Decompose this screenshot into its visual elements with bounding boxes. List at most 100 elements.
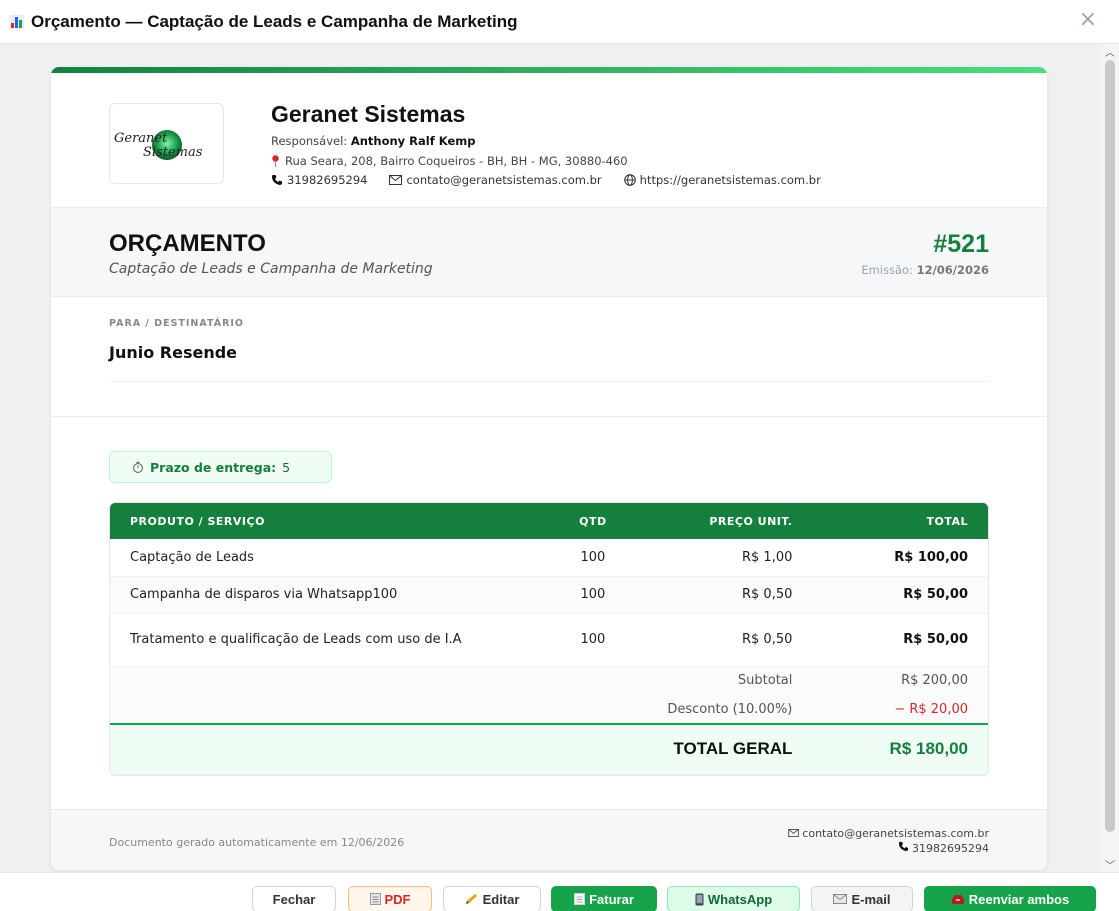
whatsapp-button[interactable]: WhatsApp [667,886,800,911]
company-responsible: Responsável: Anthony Ralf Kemp [271,134,475,148]
pin-icon [272,155,279,167]
recipient-section: PARA / DESTINATÁRIO Junio Resende [51,297,1047,417]
recipient-label: PARA / DESTINATÁRIO [109,318,245,329]
receipt-icon [574,893,586,905]
document-icon [369,893,381,905]
row-qty: 100 [580,632,606,647]
email-text: contato@geranetsistemas.com.br [406,173,602,187]
document-subtitle: Captação de Leads e Campanha de Marketin… [109,261,433,277]
document-viewport[interactable]: Geranet Sistemas Geranet Sistemas Respon… [0,44,1119,872]
phone-icon [272,175,282,185]
mobile-phone-icon [695,893,704,905]
logo-text-sistemas: Sistemas [143,145,203,160]
window-titlebar: Orçamento — Captação de Leads e Campanha… [0,0,1119,44]
delivery-value: 5 [282,459,291,475]
table-row: Captação de Leads 100 R$ 1,00 R$ 100,00 [110,539,988,576]
row-product: Campanha de disparos via Whatsapp100 [130,587,398,602]
divider [109,381,989,382]
responsible-name: Anthony Ralf Kemp [350,134,476,148]
action-bar: Fechar PDF Editar Faturar WhatsApp E-mai… [0,872,1119,911]
delivery-badge: Prazo de entrega: 5 [109,451,332,483]
document-title: ORÇAMENTO [109,230,266,257]
company-header: Geranet Sistemas Geranet Sistemas Respon… [51,73,1047,207]
pdf-button[interactable]: PDF [348,886,432,911]
whatsapp-button-label: WhatsApp [707,891,773,907]
company-address: Rua Seara, 208, Bairro Coqueiros - BH, B… [271,154,628,168]
email-button-label: E-mail [851,891,891,907]
header-product: PRODUTO / SERVIÇO [130,514,265,528]
scroll-up-icon[interactable]: ︿ [1105,44,1115,59]
window-title: Orçamento — Captação de Leads e Campanha… [31,11,518,31]
grand-total-value: R$ 180,00 [889,739,968,759]
header-total: TOTAL [926,514,968,528]
pdf-button-label: PDF [384,891,411,907]
grand-total-row: TOTAL GERAL R$ 180,00 [110,724,988,774]
website-text: https://geranetsistemas.com.br [639,173,821,187]
emission-date: Emissão: 12/06/2026 [861,263,989,277]
close-button[interactable]: Fechar [252,886,336,911]
resend-both-button-label: Reenviar ambos [968,891,1070,907]
emission-value: 12/06/2026 [916,263,989,277]
scroll-down-icon[interactable]: ﹀ [1105,857,1115,872]
table-row: Campanha de disparos via Whatsapp100 100… [110,576,988,613]
footer-contacts: contato@geranetsistemas.com.br 319826952… [788,826,989,856]
emission-label: Emissão: [861,263,913,277]
edit-button[interactable]: Editar [443,886,541,911]
row-total: R$ 100,00 [894,549,968,565]
pencil-icon [465,894,477,904]
row-unit-price: R$ 1,00 [742,549,793,565]
subtotal-row: Subtotal R$ 200,00 [110,666,988,695]
scrollbar-thumb[interactable] [1105,60,1115,832]
phone-text: 31982695294 [287,173,368,187]
table-header-row: PRODUTO / SERVIÇO QTD PREÇO UNIT. TOTAL [110,503,988,539]
row-qty: 100 [580,549,606,565]
email-button[interactable]: E-mail [811,886,913,911]
resend-both-button[interactable]: Reenviar ambos [924,886,1096,911]
row-product: Captação de Leads [130,549,254,565]
invoice-button[interactable]: Faturar [551,886,657,911]
vertical-scrollbar[interactable]: ︿ ﹀ [1101,44,1119,872]
row-total: R$ 50,00 [903,587,968,602]
close-icon[interactable]: × [1079,9,1097,31]
discount-label: Desconto (10.00%) [667,701,793,717]
recipient-name: Junio Resende [109,343,238,362]
responsible-label: Responsável: [271,134,348,148]
row-qty: 100 [580,587,606,602]
document-footer: Documento gerado automaticamente em 12/0… [51,809,1047,870]
grand-total-label: TOTAL GERAL [673,739,793,759]
row-unit-price: R$ 0,50 [742,587,793,602]
chart-icon [10,14,24,29]
row-unit-price: R$ 0,50 [742,632,793,647]
address-text: Rua Seara, 208, Bairro Coqueiros - BH, B… [285,154,628,168]
company-contacts: 31982695294 contato@geranetsistemas.com.… [271,173,843,187]
discount-row: Desconto (10.00%) − R$ 20,00 [110,695,988,724]
logo-text-geranet: Geranet [114,131,168,146]
items-table: PRODUTO / SERVIÇO QTD PREÇO UNIT. TOTAL … [109,502,989,776]
header-qty: QTD [579,514,607,528]
document-title-band: ORÇAMENTO Captação de Leads e Campanha d… [51,207,1047,297]
quote-document: Geranet Sistemas Geranet Sistemas Respon… [51,67,1047,870]
invoice-button-label: Faturar [589,891,634,907]
envelope-icon [833,894,848,904]
edit-button-label: Editar [482,891,520,907]
envelope-icon [788,829,799,837]
table-row: Tratamento e qualificação de Leads com u… [110,613,988,666]
footer-phone: 31982695294 [912,842,989,855]
globe-icon [623,174,636,186]
stopwatch-icon [133,461,143,473]
footer-email: contato@geranetsistemas.com.br [802,827,989,840]
discount-value: − R$ 20,00 [894,701,968,717]
generated-note: Documento gerado automaticamente em 12/0… [109,836,405,849]
outbox-icon [951,895,964,904]
delivery-label: Prazo de entrega: [150,459,277,475]
envelope-icon [389,175,403,185]
company-name: Geranet Sistemas [271,101,466,127]
company-logo: Geranet Sistemas [109,103,224,184]
document-number: #521 [933,230,989,258]
subtotal-value: R$ 200,00 [901,673,968,689]
row-product: Tratamento e qualificação de Leads com u… [130,632,462,647]
header-unit-price: PREÇO UNIT. [709,514,793,528]
close-button-label: Fechar [272,891,316,907]
phone-icon [898,841,908,852]
row-total: R$ 50,00 [903,632,968,647]
